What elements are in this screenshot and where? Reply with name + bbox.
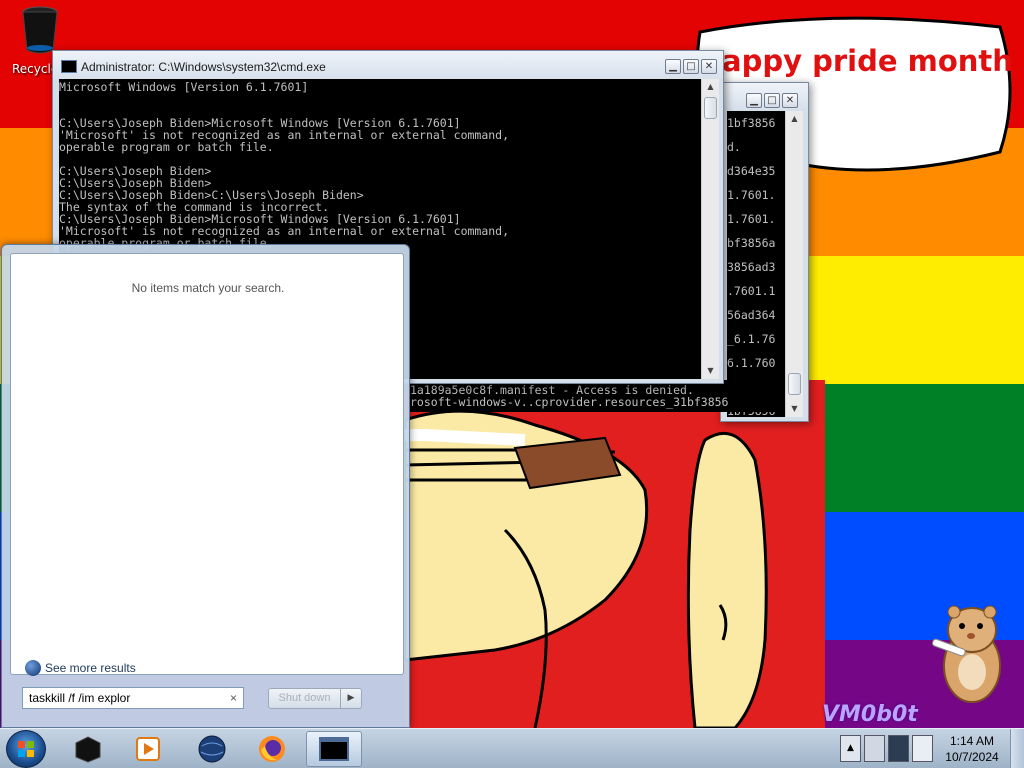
background-window-titlebar[interactable]: ▁ □ ✕ xyxy=(721,83,808,111)
network-icon[interactable] xyxy=(888,735,909,762)
cmd-output-line xyxy=(59,93,701,105)
cmd-window-controls: ▁ □ ✕ xyxy=(665,59,717,74)
black-box-app-icon xyxy=(75,736,101,763)
shutdown-button-group: Shut down ▶ xyxy=(268,688,362,709)
start-search-input[interactable] xyxy=(29,691,219,705)
taskbar-item-globe-browser[interactable] xyxy=(184,731,240,767)
background-console-bottom-output: 1a189a5e0c8f.manifest - Access is denied… xyxy=(410,380,782,412)
minimize-icon[interactable]: ▁ xyxy=(665,59,681,74)
background-output-line: _6.1.76 xyxy=(727,332,776,346)
cmd-output-line: Microsoft Windows [Version 6.1.7601] xyxy=(59,80,309,94)
close-icon[interactable]: ✕ xyxy=(782,93,798,108)
clock-date: 10/7/2024 xyxy=(945,750,999,764)
command-prompt-icon xyxy=(319,737,349,761)
background-output-line: 56ad364 xyxy=(727,308,776,322)
maximize-icon[interactable]: □ xyxy=(683,59,699,74)
media-player-icon xyxy=(136,737,160,761)
taskbar-item-media-player[interactable] xyxy=(120,731,176,767)
shutdown-options-arrow-icon[interactable]: ▶ xyxy=(341,689,361,708)
taskbar-item-cmd[interactable] xyxy=(306,731,362,767)
scroll-thumb[interactable] xyxy=(788,373,801,395)
clock-time: 1:14 AM xyxy=(949,734,995,748)
cmd-titlebar[interactable]: Administrator: C:\Windows\system32\cmd.e… xyxy=(53,51,723,81)
minimize-icon[interactable]: ▁ xyxy=(746,93,762,108)
firefox-icon xyxy=(259,736,285,762)
background-output-line: 1.7601. xyxy=(727,188,776,202)
watermark-text: VM0b0t xyxy=(822,702,918,727)
taskbar-item-firefox[interactable] xyxy=(244,731,300,767)
background-scrollbar[interactable]: ▲ ▼ xyxy=(785,111,803,417)
background-output-line: .7601.1 xyxy=(727,284,776,298)
taskbar: ▲ 1:14 AM 10/7/2024 xyxy=(0,728,1024,768)
action-center-flag-icon[interactable] xyxy=(864,735,885,762)
cmd-scrollbar[interactable]: ▲ ▼ xyxy=(701,79,719,379)
tray-icons: ▲ xyxy=(840,735,933,762)
volume-icon[interactable] xyxy=(912,735,933,762)
shutdown-button[interactable]: Shut down xyxy=(269,689,341,708)
cmd-title: Administrator: C:\Windows\system32\cmd.e… xyxy=(81,60,326,74)
start-button[interactable] xyxy=(6,730,46,768)
maximize-icon[interactable]: □ xyxy=(764,93,780,108)
system-clock[interactable]: 1:14 AM 10/7/2024 xyxy=(934,733,1010,765)
scroll-thumb[interactable] xyxy=(704,97,717,119)
background-output-line: 3856ad3 xyxy=(727,260,776,274)
scroll-down-arrow-icon[interactable]: ▼ xyxy=(702,363,719,379)
scroll-up-arrow-icon[interactable]: ▲ xyxy=(786,111,803,127)
show-hidden-icons-icon[interactable]: ▲ xyxy=(840,735,861,762)
background-output-line: 1bf3856 xyxy=(727,116,776,130)
background-window-controls: ▁ □ ✕ xyxy=(746,93,798,108)
no-results-message: No items match your search. xyxy=(131,281,285,295)
background-output-line: 6.1.760 xyxy=(727,356,776,370)
clear-search-icon[interactable]: × xyxy=(230,691,237,705)
taskbar-item-cmd-box[interactable] xyxy=(60,731,116,767)
start-menu: No items match your search. See more res… xyxy=(1,244,410,728)
hamster-sticker xyxy=(932,605,1001,703)
start-menu-bottom-bar: × Shut down ▶ xyxy=(2,673,409,729)
scroll-up-arrow-icon[interactable]: ▲ xyxy=(702,79,719,95)
cmd-output-line: operable program or batch file. xyxy=(59,140,274,154)
start-menu-results-panel: No items match your search. See more res… xyxy=(10,253,404,676)
scroll-down-arrow-icon[interactable]: ▼ xyxy=(786,401,803,417)
background-output-line: d. xyxy=(727,140,741,154)
windows-logo-icon xyxy=(18,741,34,757)
background-console-window[interactable]: ▁ □ ✕ 1bf3856 d. d364e35 1.7601. 1.7601. bf38… xyxy=(720,82,809,422)
start-search-box[interactable]: × xyxy=(22,687,244,709)
background-output-line: d364e35 xyxy=(727,164,776,178)
system-tray: ▲ 1:14 AM 10/7/2024 xyxy=(838,729,1024,768)
cartoon-face-drawing xyxy=(405,380,825,728)
close-icon[interactable]: ✕ xyxy=(701,59,717,74)
background-output-line: bf3856a xyxy=(727,236,776,250)
recycle-bin-icon xyxy=(22,6,58,54)
cmd-icon xyxy=(61,60,77,73)
globe-icon xyxy=(198,735,226,763)
background-console-output: 1bf3856 d. d364e35 1.7601. 1.7601. bf3856a 385… xyxy=(727,111,785,417)
background-output-line: 1.7601. xyxy=(727,212,776,226)
background-bottom-output-line: rosoft-windows-v..cprovider.resources_31… xyxy=(410,395,729,409)
show-desktop-button[interactable] xyxy=(1010,729,1024,768)
